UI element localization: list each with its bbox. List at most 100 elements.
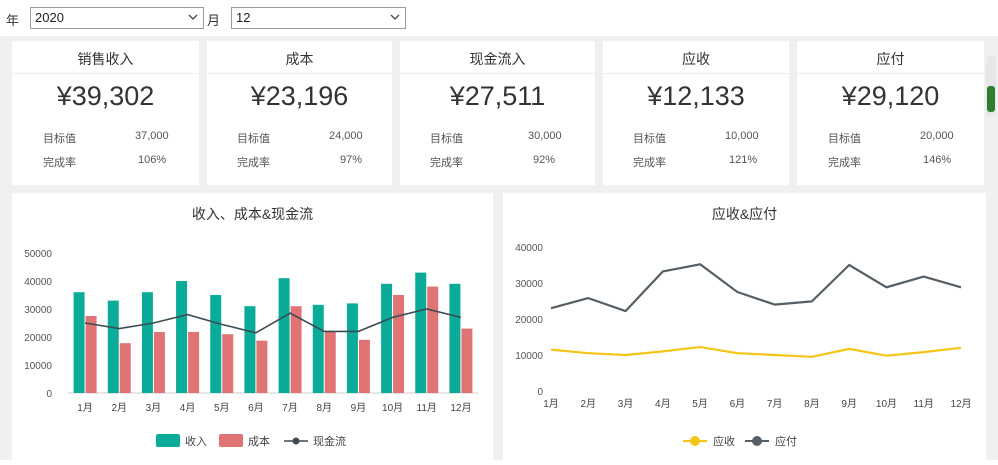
rate-label: 完成率 [633,157,666,169]
bar-income [176,281,188,393]
chevron-down-icon [188,14,198,20]
x-tick-label: 12月 [450,402,471,414]
year-label: 年 [6,13,20,28]
rate-value: 106% [138,154,167,166]
bar-income [346,303,358,393]
x-tick-label: 5月 [214,402,230,414]
divider [603,73,789,74]
bar-cost [427,286,439,393]
bar-income [415,272,427,393]
bar-income [449,283,461,393]
x-tick-label: 1月 [77,402,93,414]
x-tick-label: 9月 [351,402,367,414]
rate-value: 92% [533,154,556,166]
bar-cost [324,331,336,393]
rate-label: 完成率 [828,157,861,169]
bar-cost [85,316,97,393]
target-label: 目标值 [237,133,270,145]
divider [207,73,392,74]
rate-label: 完成率 [430,157,463,169]
target-value: 24,000 [329,130,363,142]
legend-label-cost: 成本 [248,434,270,448]
target-value: 37,000 [135,130,169,142]
bar-income [141,292,153,393]
x-tick-label: 2月 [111,402,127,414]
year-value: 2020 [35,10,64,25]
y-tick-label: 50000 [24,249,52,260]
x-tick-label: 8月 [316,402,332,414]
y-tick-label: 10000 [24,361,52,372]
bar-cost [222,334,234,393]
kpi-title: 销售收入 [77,51,134,67]
y-tick-label: 40000 [24,277,52,288]
kpi-value: ¥29,120 [841,81,940,111]
kpi-card-cash-inflow: 现金流入 ¥27,511 目标值 30,000 完成率 92% [400,41,595,185]
x-tick-label: 10月 [382,402,403,414]
y-tick-label: 0 [537,387,543,398]
x-tick-label: 10月 [876,398,897,410]
x-tick-label: 6月 [248,402,264,414]
line-payable [550,263,962,313]
bar-cost [393,295,405,393]
x-tick-label: 7月 [767,398,783,410]
x-tick-label: 11月 [417,402,437,414]
kpi-value: ¥12,133 [647,81,745,111]
kpi-title: 应付 [876,51,905,67]
income-cost-cashflow-chart: 0 10000 20000 30000 40000 50000 1月 2月 3月 4月 5月 6月 7月… [24,249,478,448]
legend-marker-payable [752,436,762,446]
kpi-card-payable: 应付 ¥29,120 目标值 20,000 完成率 146% [797,41,984,185]
target-label: 目标值 [43,133,76,145]
month-select[interactable]: 12 [231,7,406,29]
bar-income [244,306,256,393]
kpi-card-sales: 销售收入 ¥39,302 目标值 37,000 完成率 106% [12,41,199,185]
filter-bar: 年 2020 月 12 [0,0,998,37]
rate-value: 97% [340,154,363,166]
x-tick-label: 8月 [804,398,820,410]
kpi-value: ¥27,511 [449,81,546,111]
chart-panel-receivable-payable: 应收&应付 0 10000 20000 30000 40000 1月 2月 3月 4月 5月 6月 7… [503,193,986,460]
bar-income [210,295,222,393]
bar-income [312,304,324,393]
month-value: 12 [236,10,251,25]
bar-income [381,283,393,393]
kpi-card-cost: 成本 ¥23,196 目标值 24,000 完成率 97% [207,41,392,185]
x-tick-label: 3月 [146,402,162,414]
rate-value: 121% [729,154,758,166]
chevron-down-icon [390,14,400,20]
divider [12,73,199,74]
target-value: 10,000 [725,130,759,142]
kpi-value: ¥39,302 [56,81,155,111]
kpi-title: 应收 [682,51,710,67]
legend-marker-receivable [690,436,700,446]
rate-label: 完成率 [43,157,76,169]
scrollbar[interactable] [986,56,996,116]
divider [400,73,595,74]
kpi-title: 成本 [285,51,314,67]
rate-value: 146% [923,154,952,166]
legend-label-cashflow: 现金流 [313,434,346,448]
x-tick-label: 12月 [950,398,971,410]
receivable-payable-chart: 0 10000 20000 30000 40000 1月 2月 3月 4月 5月 6月 7月 8月 9月 1… [515,243,971,448]
scrollbar-thumb[interactable] [987,86,995,112]
year-select[interactable]: 2020 [30,7,204,29]
x-tick-label: 5月 [692,398,708,410]
bar-cost [256,340,268,393]
legend-label-income: 收入 [185,434,207,448]
target-label: 目标值 [430,133,463,145]
line-receivable [550,345,962,358]
target-value: 20,000 [920,130,954,142]
chart-panel-income-cost: 收入、成本&现金流 0 10000 20000 30000 40000 50000 1月 2月… [12,193,493,460]
line-cashflow [84,308,462,334]
bar-cost [358,339,370,393]
bar-cost [119,343,131,393]
bar-cost [153,331,165,393]
x-tick-label: 2月 [580,398,596,410]
chart-title: 收入、成本&现金流 [191,206,314,222]
x-tick-label: 6月 [730,398,746,410]
x-tick-label: 4月 [180,402,196,414]
bar-cost [188,331,200,393]
legend-label-payable: 应付 [775,434,797,448]
legend-marker-cashflow [292,437,300,445]
legend-swatch-cost [219,434,243,447]
bar-income [107,300,119,393]
